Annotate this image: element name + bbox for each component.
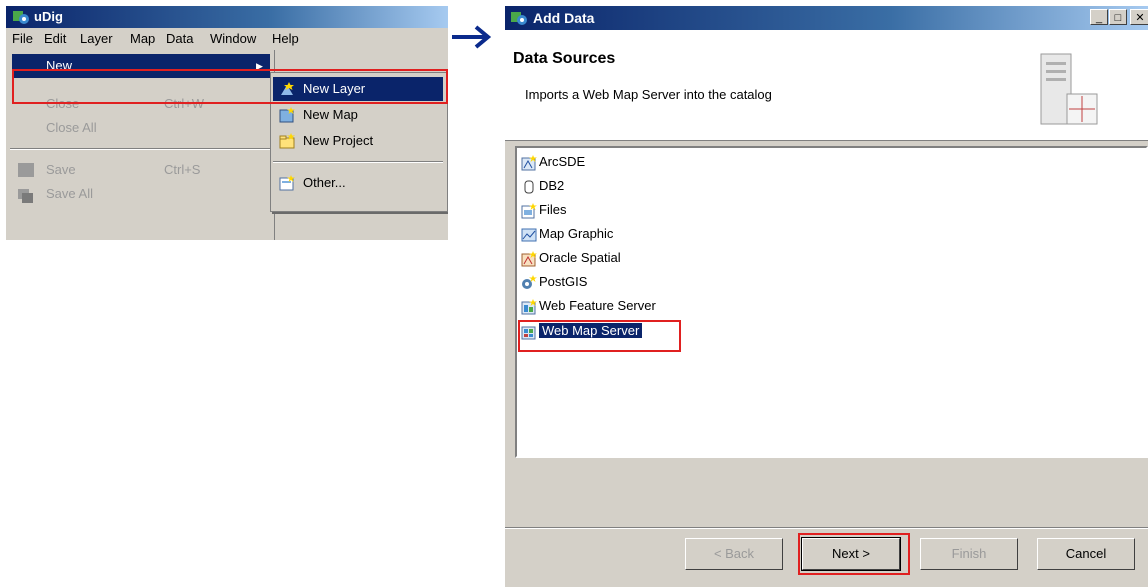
menu-item-save-shortcut: Ctrl+S bbox=[164, 162, 201, 177]
list-item-web-feature-server[interactable]: Web Feature Server bbox=[521, 295, 656, 317]
list-item-oracle-spatial[interactable]: Oracle Spatial bbox=[521, 247, 621, 269]
list-item-db2[interactable]: DB2 bbox=[521, 175, 564, 197]
menu-window[interactable]: Window bbox=[210, 31, 256, 46]
minimize-button[interactable]: _ bbox=[1090, 9, 1108, 25]
udig-title: uDig bbox=[34, 9, 63, 24]
udig-window: uDig File Edit Layer Map Data Window Hel… bbox=[6, 6, 448, 240]
database-icon bbox=[521, 179, 537, 195]
new-project-icon bbox=[279, 133, 295, 157]
menu-item-other-label: Other... bbox=[303, 175, 346, 190]
map-graphic-icon bbox=[521, 227, 537, 243]
add-data-dialog: Add Data _ □ ✕ Data Sources Imports a We… bbox=[505, 6, 1148, 587]
other-wizard-icon bbox=[279, 175, 295, 199]
arrow-right-icon bbox=[450, 25, 494, 52]
highlight-box-next-button bbox=[798, 533, 910, 575]
footer-separator bbox=[505, 527, 1148, 529]
menu-bar: File Edit Layer Map Data Window Help bbox=[6, 28, 448, 50]
maximize-button[interactable]: □ bbox=[1109, 9, 1127, 25]
list-item-label: Map Graphic bbox=[539, 226, 614, 241]
web-feature-server-icon bbox=[521, 298, 537, 315]
menu-item-new-map-label: New Map bbox=[303, 107, 358, 122]
list-item-map-graphic[interactable]: Map Graphic bbox=[521, 223, 613, 245]
arcsde-icon bbox=[521, 154, 537, 171]
server-catalog-icon bbox=[1039, 52, 1099, 131]
list-item-postgis[interactable]: PostGIS bbox=[521, 271, 587, 293]
menu-edit[interactable]: Edit bbox=[44, 31, 66, 46]
menu-item-new-map[interactable]: New Map bbox=[273, 103, 443, 127]
oracle-spatial-icon bbox=[521, 250, 537, 267]
udig-app-icon bbox=[12, 9, 30, 28]
highlight-box-new-layer bbox=[12, 69, 448, 104]
menu-layer[interactable]: Layer bbox=[80, 31, 113, 46]
finish-button[interactable]: Finish bbox=[920, 538, 1018, 570]
list-item-label: ArcSDE bbox=[539, 154, 586, 169]
menu-item-save[interactable]: Save Ctrl+S bbox=[12, 158, 270, 182]
dialog-title: Add Data bbox=[533, 10, 595, 26]
menu-item-other[interactable]: Other... bbox=[273, 171, 443, 195]
postgis-icon bbox=[521, 274, 537, 291]
list-item-label: Web Feature Server bbox=[539, 298, 656, 313]
cancel-button[interactable]: Cancel bbox=[1037, 538, 1135, 570]
list-item-label: Files bbox=[539, 202, 567, 217]
list-item-label: PostGIS bbox=[539, 274, 588, 289]
close-button[interactable]: ✕ bbox=[1130, 9, 1148, 25]
list-item-label: Oracle Spatial bbox=[539, 250, 621, 265]
files-icon bbox=[521, 202, 537, 219]
menu-separator bbox=[10, 148, 270, 150]
dialog-title-bar: Add Data _ □ ✕ bbox=[505, 6, 1148, 30]
udig-title-bar: uDig bbox=[6, 6, 448, 28]
list-item-files[interactable]: Files bbox=[521, 199, 566, 221]
add-data-app-icon bbox=[510, 10, 528, 29]
highlight-box-web-map-server bbox=[518, 320, 681, 352]
save-icon bbox=[18, 163, 34, 177]
menu-item-close-all-label: Close All bbox=[46, 120, 97, 135]
list-item-arcsde[interactable]: ArcSDE bbox=[521, 151, 585, 173]
menu-file[interactable]: File bbox=[12, 31, 33, 46]
menu-item-save-all[interactable]: Save All bbox=[12, 182, 270, 206]
page-description: Imports a Web Map Server into the catalo… bbox=[525, 87, 772, 102]
submenu-separator bbox=[273, 161, 443, 163]
menu-data[interactable]: Data bbox=[166, 31, 193, 46]
save-all-icon bbox=[18, 187, 34, 203]
menu-item-new-project[interactable]: New Project bbox=[273, 129, 443, 153]
data-source-list[interactable]: ArcSDE DB2 Files Map Graphic Oracle Spat… bbox=[515, 146, 1148, 458]
back-button[interactable]: < Back bbox=[685, 538, 783, 570]
menu-help[interactable]: Help bbox=[272, 31, 299, 46]
menu-item-close-all[interactable]: Close All bbox=[12, 116, 270, 140]
menu-item-new-project-label: New Project bbox=[303, 133, 374, 148]
menu-item-save-label: Save bbox=[46, 162, 76, 177]
new-map-icon bbox=[279, 107, 295, 131]
menu-map[interactable]: Map bbox=[130, 31, 155, 46]
dialog-header: Data Sources Imports a Web Map Server in… bbox=[505, 30, 1148, 141]
menu-item-save-all-label: Save All bbox=[46, 186, 93, 201]
page-title: Data Sources bbox=[513, 50, 616, 67]
list-item-label: DB2 bbox=[539, 178, 565, 193]
